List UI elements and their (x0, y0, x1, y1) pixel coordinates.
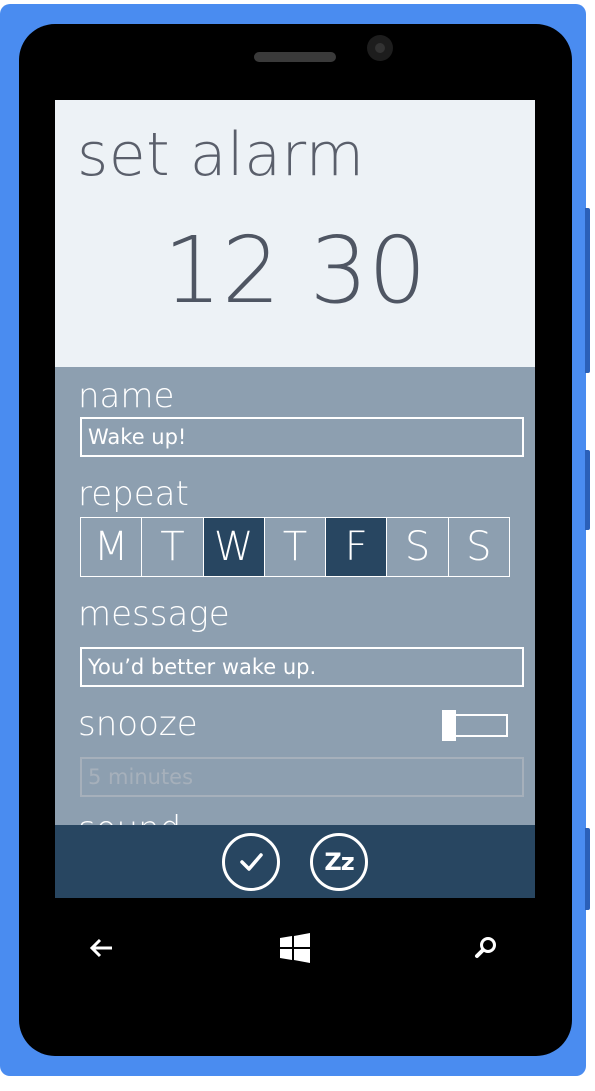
front-camera (367, 35, 393, 61)
snooze-button[interactable]: Zz (310, 832, 368, 891)
name-label: name (78, 376, 175, 416)
start-button[interactable] (277, 930, 313, 966)
day-toggle-tuesday[interactable]: T (142, 518, 204, 576)
snooze-duration-input: 5 minutes (80, 757, 524, 797)
alarm-header: set alarm 12 30 (55, 100, 535, 367)
back-button[interactable] (84, 930, 120, 966)
snooze-label: snooze (78, 704, 198, 744)
message-label: message (78, 594, 230, 634)
repeat-day-selector: M T W T F S S (80, 517, 510, 577)
search-icon (475, 937, 496, 958)
power-button (585, 450, 590, 530)
day-toggle-saturday[interactable]: S (387, 518, 449, 576)
camera-button (585, 828, 590, 910)
earpiece-speaker (254, 52, 336, 62)
phone-screen: set alarm 12 30 name Wake up! repeat M T… (55, 100, 535, 898)
confirm-button[interactable] (222, 832, 280, 891)
checkmark-icon (240, 852, 263, 871)
day-toggle-thursday[interactable]: T (265, 518, 327, 576)
alarm-name-input[interactable]: Wake up! (80, 417, 524, 457)
day-toggle-monday[interactable]: M (81, 518, 143, 576)
app-bar: Zz (55, 825, 535, 898)
day-toggle-wednesday[interactable]: W (203, 518, 265, 576)
repeat-label: repeat (78, 474, 189, 514)
zz-icon: Zz (324, 847, 354, 876)
alarm-time[interactable]: 12 30 (55, 225, 535, 317)
windows-logo-icon (280, 933, 310, 963)
back-arrow-icon (89, 938, 112, 958)
page-title: set alarm (77, 120, 365, 190)
snooze-toggle[interactable] (442, 710, 508, 741)
snooze-toggle-knob (442, 710, 456, 741)
volume-button (585, 208, 590, 373)
search-button[interactable] (468, 930, 504, 966)
day-toggle-friday[interactable]: F (326, 518, 388, 576)
day-toggle-sunday[interactable]: S (449, 518, 509, 576)
alarm-message-input[interactable]: You’d better wake up. (80, 647, 524, 687)
